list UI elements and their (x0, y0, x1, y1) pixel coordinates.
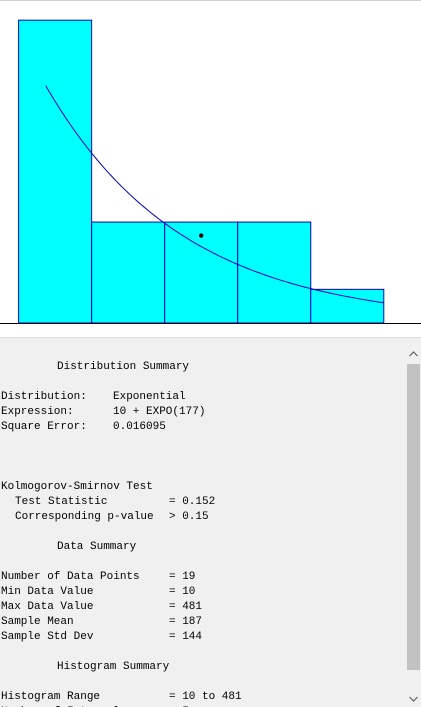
data-summary-label: Sample Std Dev (1, 631, 94, 643)
distribution-label: Distribution: (1, 391, 87, 403)
scrollbar-thumb[interactable] (407, 364, 420, 670)
ks-test-title: Kolmogorov-Smirnov Test (1, 481, 153, 493)
data-summary-value: = 19 (169, 571, 196, 583)
data-summary-label: Sample Mean (1, 616, 74, 628)
ks-statistic-value: = 0.152 (169, 496, 216, 508)
histogram-summary-label: Histogram Range (1, 691, 101, 703)
histogram-bar-4 (237, 221, 312, 324)
data-summary-value: = 481 (169, 601, 203, 613)
fit-marker-point (198, 233, 204, 238)
data-summary-label: Max Data Value (1, 601, 94, 613)
histogram-bar-2 (91, 221, 166, 324)
expression-value: 10 + EXPO(177) (113, 406, 206, 418)
data-summary-label: Number of Data Points (1, 571, 140, 583)
data-summary-row: Min Data Value = 10 (1, 585, 406, 600)
ks-pvalue-value: > 0.15 (169, 511, 209, 523)
expression-label: Expression: (1, 406, 74, 418)
distribution-summary-title: Distribution Summary (57, 361, 190, 373)
histogram-summary-value: = 10 to 481 (169, 691, 242, 703)
distribution-value: Exponential (113, 391, 186, 403)
summary-text-panel: Distribution Summary Distribution: Exponen… (0, 345, 406, 707)
chevron-down-icon[interactable] (406, 690, 421, 707)
data-summary-value: = 144 (169, 631, 203, 643)
data-summary-row: Sample Mean = 187 (1, 615, 406, 630)
data-summary-value: = 10 (169, 586, 196, 598)
ks-statistic-label: Test Statistic (15, 496, 108, 508)
square-error-value: 0.016095 (113, 421, 166, 433)
histogram-summary-row: Histogram Range = 10 to 481 (1, 690, 406, 705)
histogram-bar-1 (18, 19, 93, 324)
splitter[interactable] (0, 337, 421, 345)
vertical-scrollbar[interactable] (406, 345, 421, 707)
chevron-up-icon[interactable] (406, 345, 421, 362)
data-summary-label: Min Data Value (1, 586, 94, 598)
square-error-label: Square Error: (1, 421, 87, 433)
ks-pvalue-label: Corresponding p-value (15, 511, 154, 523)
histogram-plot (0, 0, 421, 337)
data-summary-row: Number of Data Points = 19 (1, 570, 406, 585)
data-summary-row: Sample Std Dev = 144 (1, 630, 406, 645)
histogram-summary-title: Histogram Summary (57, 661, 170, 673)
data-summary-title: Data Summary (57, 541, 137, 553)
data-summary-value: = 187 (169, 616, 203, 628)
data-summary-row: Max Data Value = 481 (1, 600, 406, 615)
histogram-chart (0, 0, 421, 324)
histogram-bar-5 (310, 288, 385, 324)
